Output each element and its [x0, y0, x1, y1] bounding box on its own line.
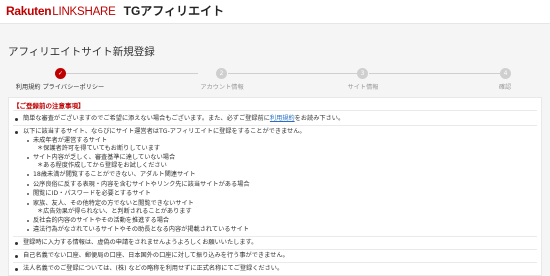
sub-bullet-icon	[27, 174, 29, 176]
restriction-thin-content-note: ＊ある程度作成してから登録をお試しください	[37, 162, 167, 169]
divider	[13, 249, 537, 250]
notice-item-4: 自己名義でない口座、郵便局の口座、日本国外の口座に対して振り込みを行う事ができま…	[23, 252, 289, 259]
bullet-icon	[15, 242, 18, 245]
page-title: アフィリエイトサイト新規登録	[8, 46, 155, 58]
step-4-indicator: 4	[500, 68, 511, 79]
notice-item-3: 登録時に入力する情報は、虚偽の申請をされませんようよろしくお願いいたします。	[23, 239, 258, 246]
restriction-minor: 未成年者が運営するサイト	[33, 137, 108, 144]
step-2-indicator: 2	[216, 68, 227, 79]
notice-panel: 【ご登録前の注意事項】 簡単な審査がございますのでご希望に添えない場合もございま…	[8, 97, 542, 276]
sub-bullet-icon	[27, 184, 29, 186]
step-connector	[66, 73, 198, 74]
notice-item-1-pre: 簡単な審査がございますのでご希望に添えない場合もございます。また、必ずご登録前に	[23, 115, 270, 122]
logo-rakuten: Rakuten	[6, 4, 52, 18]
sub-bullet-icon	[27, 203, 29, 205]
restriction-private: 家族、友人、その他特定の方でないと閲覧できないサイト	[33, 200, 194, 207]
restriction-login-required: 閲覧にID・パスワードを必要とするサイト	[33, 190, 151, 197]
bullet-icon	[15, 268, 18, 271]
restriction-private-note: ＊広告効果が得られない、と判断されることがあります	[37, 208, 192, 215]
restriction-minor-note: ＊保護者許可を得ていてもお断りしています	[37, 145, 161, 152]
sub-bullet-icon	[27, 140, 29, 142]
divider	[13, 236, 537, 237]
logo-tg-affiliate: TGアフィリエイト	[123, 4, 225, 18]
notice-item-1-post: をお読み下さい。	[294, 115, 345, 122]
step-2-label: アカウント情報	[200, 84, 244, 91]
step-1-label: 利用規約 プライバシーポリシー	[15, 84, 105, 91]
bullet-icon	[15, 255, 18, 258]
step-3-label: サイト情報	[347, 84, 379, 91]
site-header: RakutenLINKSHARE TGアフィリエイト	[0, 0, 550, 24]
step-connector	[369, 73, 501, 74]
restriction-antisocial: 反社会的内容のサイトやその活動を推進する場合	[33, 217, 170, 224]
step-3-indicator: 3	[357, 68, 368, 79]
step-1-check-icon: ✓	[55, 68, 66, 79]
bullet-icon	[15, 118, 18, 121]
notice-item-2: 以下に該当するサイト、ならびにサイト運営者はTG-アフィリエイトに登録をすること…	[23, 128, 306, 135]
progress-steps: ✓ 2 3 4 利用規約 プライバシーポリシー アカウント情報 サイト情報 確認	[0, 66, 550, 94]
divider	[13, 262, 537, 263]
divider	[13, 125, 537, 126]
sub-bullet-icon	[27, 193, 29, 195]
divider	[13, 110, 537, 111]
rakuten-linkshare-logo[interactable]: RakutenLINKSHARE TGアフィリエイト	[6, 3, 224, 20]
restriction-adult: 18歳未満が閲覧することができない、アダルト関連サイト	[33, 171, 196, 178]
restriction-public-order: 公序良俗に反する表現・内容を含むサイトやリンク先に該当サイトがある場合	[33, 181, 250, 188]
step-4-label: 確認	[498, 84, 512, 91]
sub-bullet-icon	[27, 220, 29, 222]
notice-item-1: 簡単な審査がございますのでご希望に添えない場合もございます。また、必ずご登録前に…	[23, 115, 344, 123]
sub-bullet-icon	[27, 229, 29, 231]
logo-linkshare: LINKSHARE	[52, 6, 116, 18]
bullet-icon	[15, 131, 18, 134]
notice-item-5: 法人名義でのご登録については、(株) などの略称を利用せずに正式名称にてご登録く…	[23, 265, 284, 272]
restriction-thin-content: サイト内容が乏しく、審査基準に達していない場合	[33, 154, 176, 161]
restriction-illegal: 違法行為がなされているサイトやその助長となる内容が掲載されているサイト	[33, 226, 250, 233]
sub-bullet-icon	[27, 157, 29, 159]
notice-heading: 【ご登録前の注意事項】	[13, 102, 85, 110]
terms-link[interactable]: 利用規約	[270, 115, 295, 122]
step-connector	[228, 73, 360, 74]
